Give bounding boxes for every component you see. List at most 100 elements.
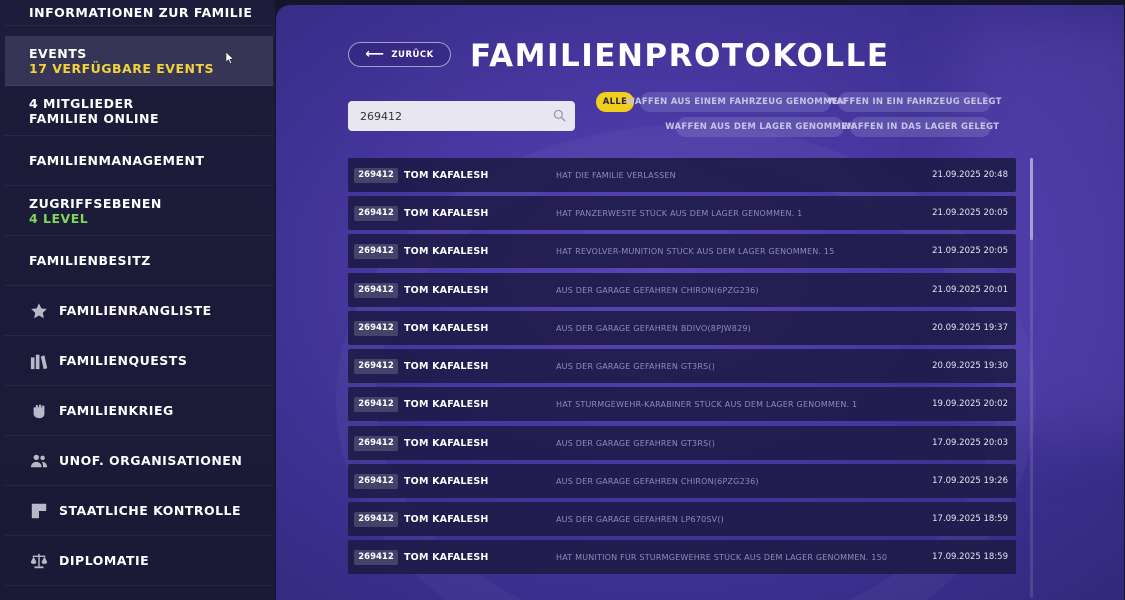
log-action: HAT PANZERWESTE STÜCK AUS DEM LAGER GENO…: [556, 208, 803, 218]
log-row[interactable]: 269412 TOM KAFALESH HAT PANZERWESTE STÜC…: [348, 196, 1016, 230]
id-badge: 269412: [354, 473, 398, 489]
log-action: AUS DER GARAGE GEFAHREN GT3RS(): [556, 438, 716, 448]
sidebar-item-label: ZUGRIFFSEBENEN: [29, 195, 162, 211]
filter-weapons-into-storage[interactable]: WAFFEN IN DAS LAGER GELEGT: [842, 117, 999, 137]
back-button-label: ZURÜCK: [391, 49, 434, 60]
log-action: AUS DER GARAGE GEFAHREN CHIRON(6PZG236): [556, 476, 759, 486]
log-time: 21.09.2025 20:05: [932, 246, 1008, 256]
sidebar-item-war[interactable]: FAMILIENKRIEG: [5, 386, 273, 436]
log-name: TOM KAFALESH: [404, 245, 489, 257]
id-badge: 269412: [354, 320, 398, 336]
sidebar-item-label: INFORMATIONEN ZUR FAMILIE: [29, 5, 253, 20]
log-action: AUS DER GARAGE GEFAHREN GT3RS(): [556, 361, 716, 371]
log-row[interactable]: 269412 TOM KAFALESH HAT MUNITION FÜR STU…: [348, 540, 1016, 574]
log-name: TOM KAFALESH: [404, 360, 489, 372]
sidebar-item-members[interactable]: 4 MITGLIEDER FAMILIEN ONLINE: [5, 86, 273, 136]
id-badge: 269412: [354, 396, 398, 412]
sidebar-item-label: FAMILIENKRIEG: [59, 403, 174, 418]
sidebar-item-label: 4 MITGLIEDER: [29, 95, 134, 111]
id-badge: 269412: [354, 205, 398, 221]
id-badge: 269412: [354, 435, 398, 451]
sidebar-item-label: FAMILIENBESITZ: [29, 253, 151, 268]
log-action: AUS DER GARAGE GEFAHREN BDIVO(8PJW829): [556, 323, 751, 333]
log-action: AUS DER GARAGE GEFAHREN CHIRON(6PZG236): [556, 285, 759, 295]
page-title: FAMILIENPROTOKOLLE: [470, 38, 890, 74]
people-icon: [29, 451, 49, 471]
log-name: TOM KAFALESH: [404, 284, 489, 296]
log-name: TOM KAFALESH: [404, 437, 489, 449]
id-badge: 269412: [354, 358, 398, 374]
log-row[interactable]: 269412 TOM KAFALESH AUS DER GARAGE GEFAH…: [348, 502, 1016, 536]
search-icon[interactable]: [553, 109, 566, 122]
sidebar-item-access-levels[interactable]: ZUGRIFFSEBENEN 4 LEVEL: [5, 186, 273, 236]
id-badge: 269412: [354, 549, 398, 565]
id-badge: 269412: [354, 511, 398, 527]
log-name: TOM KAFALESH: [404, 398, 489, 410]
sidebar-item-property[interactable]: FAMILIENBESITZ: [5, 236, 273, 286]
sidebar-item-ranking[interactable]: FAMILIENRANGLISTE: [5, 286, 273, 336]
sidebar-item-sub: FAMILIEN ONLINE: [29, 110, 160, 126]
log-row[interactable]: 269412 TOM KAFALESH AUS DER GARAGE GEFAH…: [348, 311, 1016, 345]
log-time: 17.09.2025 18:59: [932, 552, 1008, 562]
log-action: HAT STURMGEWEHR-KARABINER STÜCK AUS DEM …: [556, 399, 858, 409]
log-row[interactable]: 269412 TOM KAFALESH AUS DER GARAGE GEFAH…: [348, 464, 1016, 498]
filter-weapons-from-storage[interactable]: WAFFEN AUS DEM LAGER GENOMMEN: [665, 117, 854, 137]
filter-weapons-into-vehicle[interactable]: WAFFEN IN EIN FAHRZEUG GELEGT: [827, 92, 1001, 112]
log-row[interactable]: 269412 TOM KAFALESH AUS DER GARAGE GEFAH…: [348, 426, 1016, 460]
log-time: 21.09.2025 20:01: [932, 285, 1008, 295]
sidebar-item-management[interactable]: FAMILIENMANAGEMENT: [5, 136, 273, 186]
arrow-left-icon: ⟵: [365, 46, 385, 62]
log-time: 20.09.2025 19:30: [932, 361, 1008, 371]
log-action: HAT MUNITION FÜR STURMGEWEHRE STÜCK AUS …: [556, 552, 888, 562]
sidebar-item-label: FAMILIENMANAGEMENT: [29, 153, 205, 168]
log-time: 17.09.2025 18:59: [932, 514, 1008, 524]
sidebar-item-diplomacy[interactable]: DIPLOMATIE: [5, 536, 273, 586]
log-name: TOM KAFALESH: [404, 207, 489, 219]
log-action: HAT REVOLVER-MUNITION STÜCK AUS DEM LAGE…: [556, 246, 835, 256]
scrollbar-thumb[interactable]: [1030, 158, 1033, 240]
search-input[interactable]: [348, 109, 538, 123]
log-name: TOM KAFALESH: [404, 169, 489, 181]
sidebar-item-sub: 4 LEVEL: [29, 210, 89, 226]
back-button[interactable]: ⟵ ZURÜCK: [348, 42, 451, 67]
main-panel: ⟵ ZURÜCK FAMILIENPROTOKOLLE ALLE WAFFEN …: [276, 5, 1124, 600]
sidebar-item-label: DIPLOMATIE: [59, 553, 150, 568]
log-time: 21.09.2025 20:48: [932, 170, 1008, 180]
log-row[interactable]: 269412 TOM KAFALESH AUS DER GARAGE GEFAH…: [348, 273, 1016, 307]
sidebar-item-label: EVENTS: [29, 45, 87, 61]
log-name: TOM KAFALESH: [404, 513, 489, 525]
sidebar-item-unof-orgs[interactable]: UNOF. ORGANISATIONEN: [5, 436, 273, 486]
sidebar-item-family-info[interactable]: INFORMATIONEN ZUR FAMILIE: [5, 0, 273, 26]
sidebar-item-label: STAATLICHE KONTROLLE: [59, 503, 242, 518]
sidebar-item-state-control[interactable]: STAATLICHE KONTROLLE: [5, 486, 273, 536]
log-row[interactable]: 269412 TOM KAFALESH AUS DER GARAGE GEFAH…: [348, 349, 1016, 383]
sidebar-item-label: FAMILIENRANGLISTE: [59, 303, 212, 318]
log-name: TOM KAFALESH: [404, 322, 489, 334]
log-action: AUS DER GARAGE GEFAHREN LP670SV(): [556, 514, 724, 524]
sidebar-item-label: FAMILIENQUESTS: [59, 353, 188, 368]
log-time: 17.09.2025 19:26: [932, 476, 1008, 486]
filter-weapons-from-vehicle[interactable]: WAFFEN AUS EINEM FAHRZEUG GENOMMEN: [626, 92, 845, 112]
books-icon: [29, 351, 49, 371]
log-row[interactable]: 269412 TOM KAFALESH HAT STURMGEWEHR-KARA…: [348, 387, 1016, 421]
id-badge: 269412: [354, 282, 398, 298]
log-row[interactable]: 269412 TOM KAFALESH HAT DIE FAMILIE VERL…: [348, 158, 1016, 192]
star-icon: [29, 301, 49, 321]
fist-icon: [29, 401, 49, 421]
scales-icon: [29, 551, 49, 571]
log-time: 21.09.2025 20:05: [932, 208, 1008, 218]
log-action: HAT DIE FAMILIE VERLASSEN: [556, 170, 676, 180]
sidebar-item-quests[interactable]: FAMILIENQUESTS: [5, 336, 273, 386]
flag-icon: [29, 501, 49, 521]
log-time: 19.09.2025 20:02: [932, 399, 1008, 409]
log-scrollbar[interactable]: [1030, 158, 1033, 598]
sidebar-item-sub: 17 VERFÜGBARE EVENTS: [29, 60, 214, 76]
id-badge: 269412: [354, 243, 398, 259]
log-name: TOM KAFALESH: [404, 551, 489, 563]
search-box: [348, 101, 575, 131]
sidebar: INFORMATIONEN ZUR FAMILIE EVENTS 17 VERF…: [0, 0, 275, 600]
log-name: TOM KAFALESH: [404, 475, 489, 487]
log-row[interactable]: 269412 TOM KAFALESH HAT REVOLVER-MUNITIO…: [348, 234, 1016, 268]
mouse-cursor-icon: [226, 52, 234, 64]
sidebar-item-label: UNOF. ORGANISATIONEN: [59, 453, 243, 468]
